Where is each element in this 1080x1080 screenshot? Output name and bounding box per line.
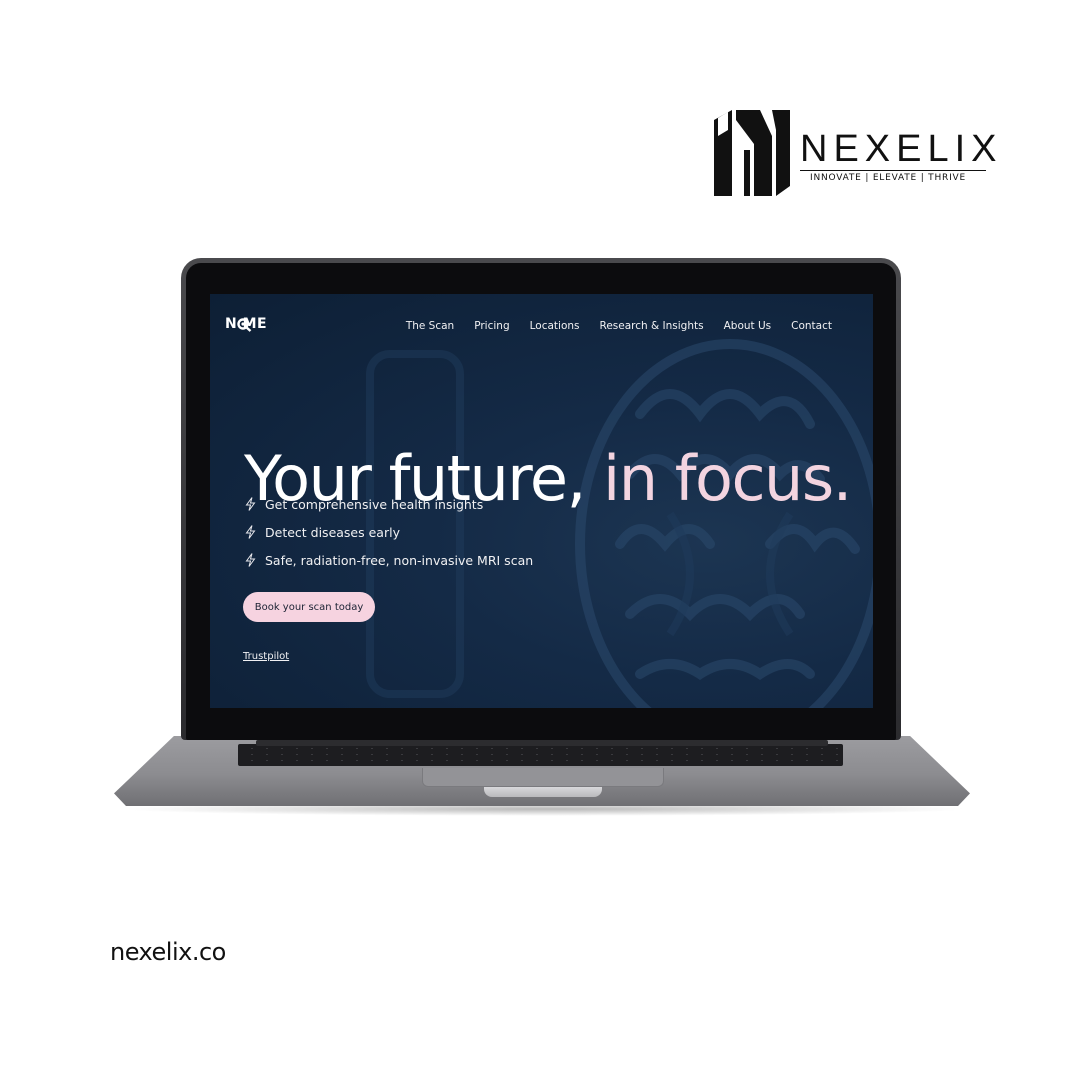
- nav-the-scan[interactable]: The Scan: [406, 320, 454, 332]
- feature-list: Get comprehensive health insights Detect…: [245, 490, 533, 574]
- laptop-hinge: [256, 740, 828, 746]
- main-nav: The Scan Pricing Locations Research & In…: [406, 320, 832, 332]
- feature-item: Safe, radiation-free, non-invasive MRI s…: [245, 546, 533, 574]
- brand-name: NEXELIX: [800, 128, 1003, 170]
- magnifier-glyph-icon: [237, 318, 252, 332]
- laptop-notch: [484, 787, 602, 797]
- nexelix-logo-icon: [714, 110, 790, 196]
- nav-research-insights[interactable]: Research & Insights: [600, 320, 704, 332]
- brand-divider: [800, 170, 986, 171]
- lightning-bolt-icon: [245, 497, 256, 511]
- brand-tagline: INNOVATE | ELEVATE | THRIVE: [810, 173, 967, 183]
- nav-locations[interactable]: Locations: [530, 320, 580, 332]
- nav-contact[interactable]: Contact: [791, 320, 832, 332]
- feature-item: Detect diseases early: [245, 518, 533, 546]
- lightning-bolt-icon: [245, 525, 256, 539]
- feature-item: Get comprehensive health insights: [245, 490, 533, 518]
- hero-headline-accent: in focus.: [602, 441, 852, 515]
- feature-text: Get comprehensive health insights: [265, 496, 484, 512]
- feature-text: Safe, radiation-free, non-invasive MRI s…: [265, 552, 534, 568]
- laptop-keyboard: [238, 744, 843, 766]
- lightning-bolt-icon: [245, 553, 256, 567]
- nexelix-brand: NEXELIX INNOVATE | ELEVATE | THRIVE: [714, 110, 997, 200]
- nav-about-us[interactable]: About Us: [724, 320, 772, 332]
- nav-pricing[interactable]: Pricing: [474, 320, 509, 332]
- book-scan-button[interactable]: Book your scan today: [243, 592, 375, 622]
- footer-url: nexelix.co: [110, 938, 226, 966]
- website-screen: N ME The Scan Pricing Locations Research…: [210, 294, 873, 708]
- trustpilot-link[interactable]: Trustpilot: [243, 651, 289, 662]
- laptop-trackpad: [422, 768, 664, 787]
- feature-text: Detect diseases early: [265, 524, 400, 540]
